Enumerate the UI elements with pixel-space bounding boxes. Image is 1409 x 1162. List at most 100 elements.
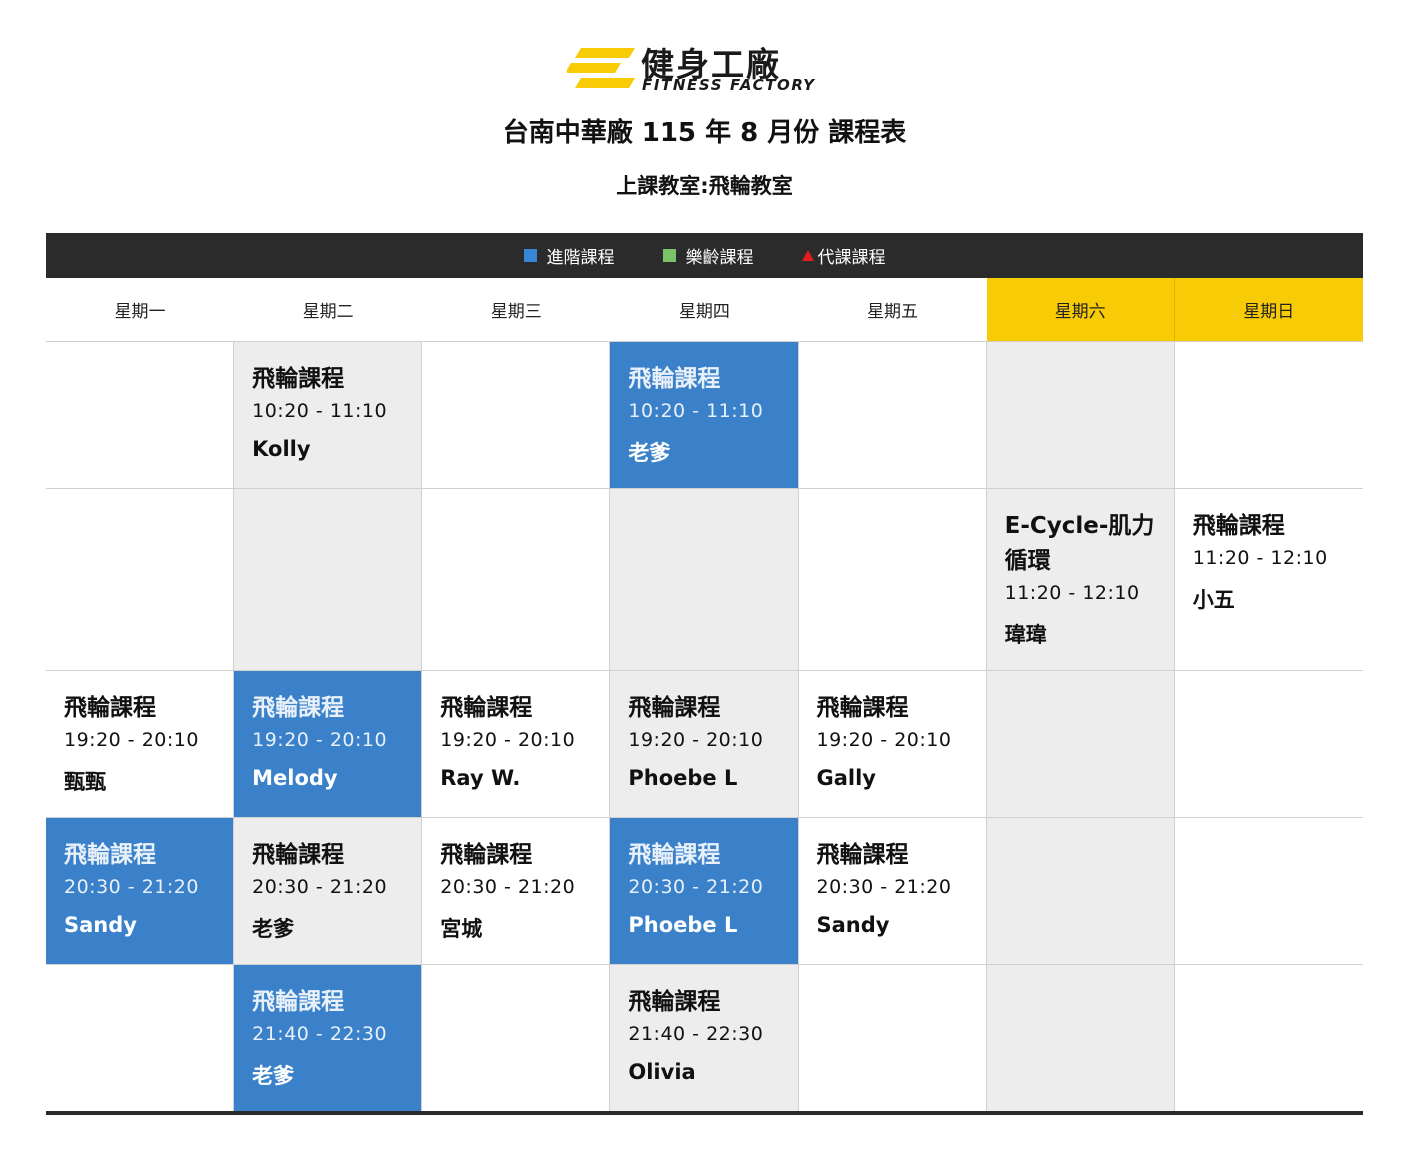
class-name: 飛輪課程 — [64, 842, 156, 868]
class-time: 11:20 - 12:10 — [1004, 582, 1140, 604]
schedule-cell-empty — [1174, 671, 1363, 817]
class-cell[interactable]: 飛輪課程 20:30 - 21:20 老爹 — [234, 818, 423, 964]
class-coach: Ray W. — [440, 766, 521, 790]
class-time: 19:20 - 20:10 — [64, 729, 199, 751]
brand-logo: 健身工廠 FITNESS FACTORY — [565, 40, 855, 96]
schedule-cell-empty — [422, 489, 611, 670]
class-coach: 老爹 — [628, 441, 671, 465]
legend-label: 進階課程 — [546, 248, 615, 268]
class-time: 19:20 - 20:10 — [816, 729, 952, 751]
class-coach: 甄甄 — [64, 770, 106, 794]
day-header-sat: 星期六 — [986, 278, 1175, 341]
schedule-cell-empty — [1174, 342, 1363, 488]
class-name: 飛輪課程 — [1192, 513, 1285, 539]
schedule-cell-empty — [46, 342, 235, 488]
class-cell-advanced[interactable]: 飛輪課程 20:30 - 21:20 Sandy — [46, 818, 235, 964]
legend-label: 樂齡課程 — [685, 248, 754, 268]
class-cell[interactable]: 飛輪課程 20:30 - 21:20 Sandy — [798, 818, 987, 964]
day-header-thu: 星期四 — [678, 302, 730, 322]
class-coach: 老爹 — [252, 917, 295, 941]
class-name: 飛輪課程 — [628, 842, 721, 868]
day-header-fri: 星期五 — [867, 302, 919, 322]
class-name: 飛輪課程 — [252, 695, 345, 721]
day-header-sun: 星期日 — [1174, 278, 1363, 341]
page-title: 台南中華廠 115 年 8 月份 課程表 — [502, 118, 907, 148]
class-coach: 宮城 — [440, 917, 483, 941]
class-coach: Gally — [816, 766, 877, 790]
schedule-cell-empty — [46, 965, 235, 1111]
legend-item-senior: 樂齡課程 — [662, 243, 754, 268]
legend-bar: 進階課程 樂齡課程 代課課程 — [46, 233, 1363, 278]
class-coach: Phoebe L — [628, 766, 738, 790]
schedule-row: E-Cycle-肌力循環 11:20 - 12:10 瑋瑋 飛輪課程 11:20… — [46, 489, 1363, 671]
schedule-grid: 飛輪課程 10:20 - 11:10 Kolly 飛輪課程 10:20 - 11… — [46, 342, 1363, 1111]
class-time: 20:30 - 21:20 — [816, 876, 952, 898]
class-cell[interactable]: 飛輪課程 11:20 - 12:10 小五 — [1174, 489, 1363, 670]
schedule-cell-empty — [986, 342, 1175, 488]
class-name: 飛輪課程 — [628, 366, 721, 392]
class-coach: Sandy — [64, 913, 137, 937]
class-time: 10:20 - 11:10 — [252, 400, 388, 422]
class-name: 飛輪課程 — [440, 842, 533, 868]
class-time: 11:20 - 12:10 — [1192, 547, 1328, 569]
class-name: E-Cycle-肌力循環 — [1004, 513, 1155, 574]
class-time: 19:20 - 20:10 — [628, 729, 764, 751]
class-cell-advanced[interactable]: 飛輪課程 19:20 - 20:10 Melody — [234, 671, 423, 817]
class-name: 飛輪課程 — [628, 989, 721, 1015]
schedule-cell-empty — [798, 965, 987, 1111]
schedule-row: 飛輪課程 21:40 - 22:30 老爹 飛輪課程 21:40 - 22:30… — [46, 965, 1363, 1111]
day-header-mon: 星期一 — [114, 302, 166, 322]
class-cell[interactable]: 飛輪課程 20:30 - 21:20 宮城 — [422, 818, 611, 964]
schedule-cell-empty — [986, 818, 1175, 964]
class-time: 10:20 - 11:10 — [628, 400, 764, 422]
class-name: 飛輪課程 — [816, 842, 909, 868]
class-cell[interactable]: 飛輪課程 19:20 - 20:10 Ray W. — [422, 671, 611, 817]
legend-item-advanced: 進階課程 — [523, 243, 615, 268]
class-time: 20:30 - 21:20 — [252, 876, 388, 898]
schedule-cell-empty — [1174, 965, 1363, 1111]
class-time: 20:30 - 21:20 — [628, 876, 764, 898]
class-cell-advanced[interactable]: 飛輪課程 10:20 - 11:10 老爹 — [610, 342, 799, 488]
brand-name-en: FITNESS FACTORY — [642, 76, 816, 94]
class-cell[interactable]: 飛輪課程 21:40 - 22:30 Olivia — [610, 965, 799, 1111]
weekday-header: 星期一 星期二 星期三 星期四 星期五 星期六 星期日 — [46, 278, 1363, 342]
class-name: 飛輪課程 — [816, 695, 909, 721]
class-cell[interactable]: 飛輪課程 10:20 - 11:10 Kolly — [234, 342, 423, 488]
legend-label: 代課課程 — [817, 248, 886, 268]
schedule-row: 飛輪課程 19:20 - 20:10 甄甄 飛輪課程 19:20 - 20:10… — [46, 671, 1363, 818]
class-cell[interactable]: 飛輪課程 19:20 - 20:10 Phoebe L — [610, 671, 799, 817]
class-cell-advanced[interactable]: 飛輪課程 20:30 - 21:20 Phoebe L — [610, 818, 799, 964]
class-coach: Melody — [252, 766, 338, 790]
schedule-cell-empty — [798, 342, 987, 488]
schedule-row: 飛輪課程 20:30 - 21:20 Sandy 飛輪課程 20:30 - 21… — [46, 818, 1363, 965]
legend-item-substitute: 代課課程 — [801, 243, 886, 268]
schedule-cell-empty — [422, 342, 611, 488]
class-coach: Phoebe L — [628, 913, 738, 937]
class-cell[interactable]: 飛輪課程 19:20 - 20:10 甄甄 — [46, 671, 235, 817]
class-time: 21:40 - 22:30 — [252, 1023, 388, 1045]
day-header-wed: 星期三 — [490, 302, 542, 322]
schedule-cell-empty — [422, 965, 611, 1111]
class-time: 19:20 - 20:10 — [440, 729, 576, 751]
class-name: 飛輪課程 — [252, 366, 345, 392]
schedule-cell-empty — [610, 489, 799, 670]
blue-square-icon — [523, 249, 537, 262]
table-bottom-rule — [46, 1111, 1363, 1115]
class-cell-advanced[interactable]: 飛輪課程 21:40 - 22:30 老爹 — [234, 965, 423, 1111]
schedule-row: 飛輪課程 10:20 - 11:10 Kolly 飛輪課程 10:20 - 11… — [46, 342, 1363, 489]
class-coach: Kolly — [252, 437, 311, 461]
schedule-cell-empty — [798, 489, 987, 670]
fitness-factory-logo-icon — [567, 48, 635, 88]
red-triangle-icon — [801, 250, 814, 261]
class-coach: 小五 — [1192, 588, 1235, 612]
class-time: 21:40 - 22:30 — [628, 1023, 764, 1045]
green-square-icon — [662, 249, 676, 262]
schedule-cell-empty — [986, 965, 1175, 1111]
class-name: 飛輪課程 — [440, 695, 533, 721]
class-time: 19:20 - 20:10 — [252, 729, 388, 751]
schedule-cell-empty — [234, 489, 423, 670]
day-header-tue: 星期二 — [302, 302, 354, 322]
schedule-cell-empty — [986, 671, 1175, 817]
class-cell[interactable]: 飛輪課程 19:20 - 20:10 Gally — [798, 671, 987, 817]
class-cell[interactable]: E-Cycle-肌力循環 11:20 - 12:10 瑋瑋 — [986, 489, 1175, 670]
